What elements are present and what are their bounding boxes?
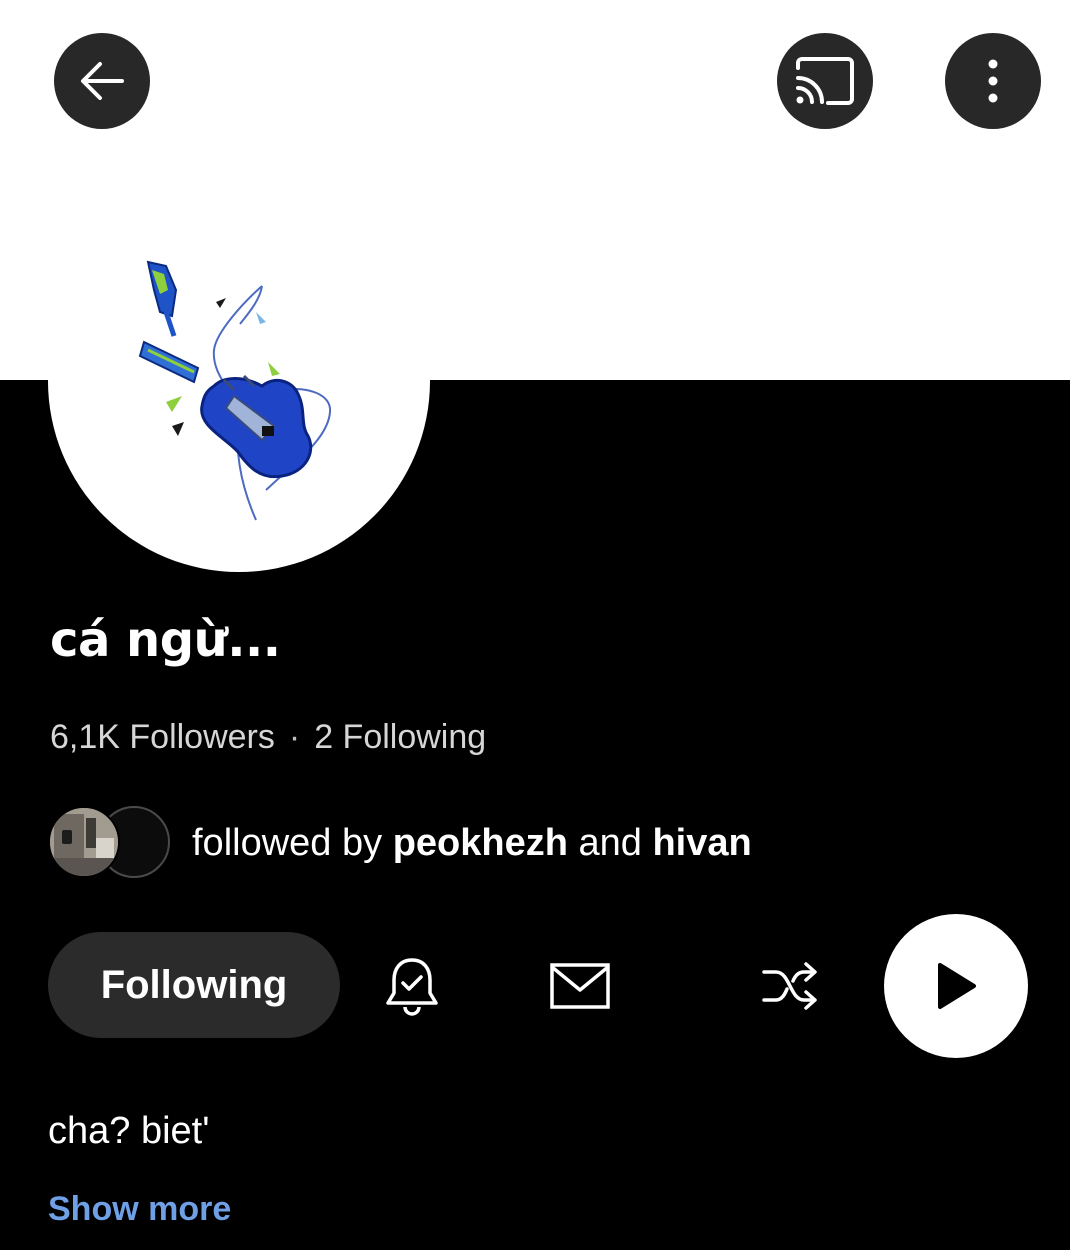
avatar [48, 806, 120, 878]
shuffle-button[interactable] [750, 946, 830, 1026]
profile-bio: cha? biet' [48, 1110, 210, 1152]
stats-separator: · [288, 718, 301, 756]
profile-avatar[interactable] [48, 190, 430, 572]
followed-by-prefix: followed by [192, 822, 383, 864]
following-count[interactable]: 2 Following [314, 718, 486, 756]
show-more-link[interactable]: Show more [48, 1190, 231, 1229]
notifications-button[interactable] [372, 946, 452, 1026]
arrow-left-icon [81, 62, 124, 100]
mutual-follower-1[interactable]: peokhezh [393, 822, 568, 864]
photo-avatar-image [50, 808, 118, 876]
bell-check-icon [386, 958, 438, 1016]
following-button[interactable]: Following [48, 932, 340, 1038]
mutual-follower-2[interactable]: hivan [652, 822, 751, 864]
more-options-button[interactable] [945, 33, 1041, 129]
more-vertical-icon [988, 59, 998, 103]
guitar-drawing-avatar [138, 260, 332, 521]
back-button[interactable] [54, 33, 150, 129]
mail-icon [550, 963, 610, 1009]
followed-by-text: followed by peokhezh and hivan [192, 822, 752, 865]
profile-name: cá ngừ... [50, 612, 281, 668]
cast-button[interactable] [777, 33, 873, 129]
shuffle-icon [762, 962, 817, 1010]
followers-count[interactable]: 6,1K Followers [50, 718, 275, 756]
followed-by-connector: and [578, 822, 642, 864]
follow-stats: 6,1K Followers · 2 Following [50, 718, 486, 757]
cast-icon [796, 57, 854, 105]
play-icon [938, 963, 976, 1009]
play-button[interactable] [884, 914, 1028, 1058]
message-button[interactable] [540, 946, 620, 1026]
mutual-followers-avatars[interactable] [48, 806, 170, 878]
